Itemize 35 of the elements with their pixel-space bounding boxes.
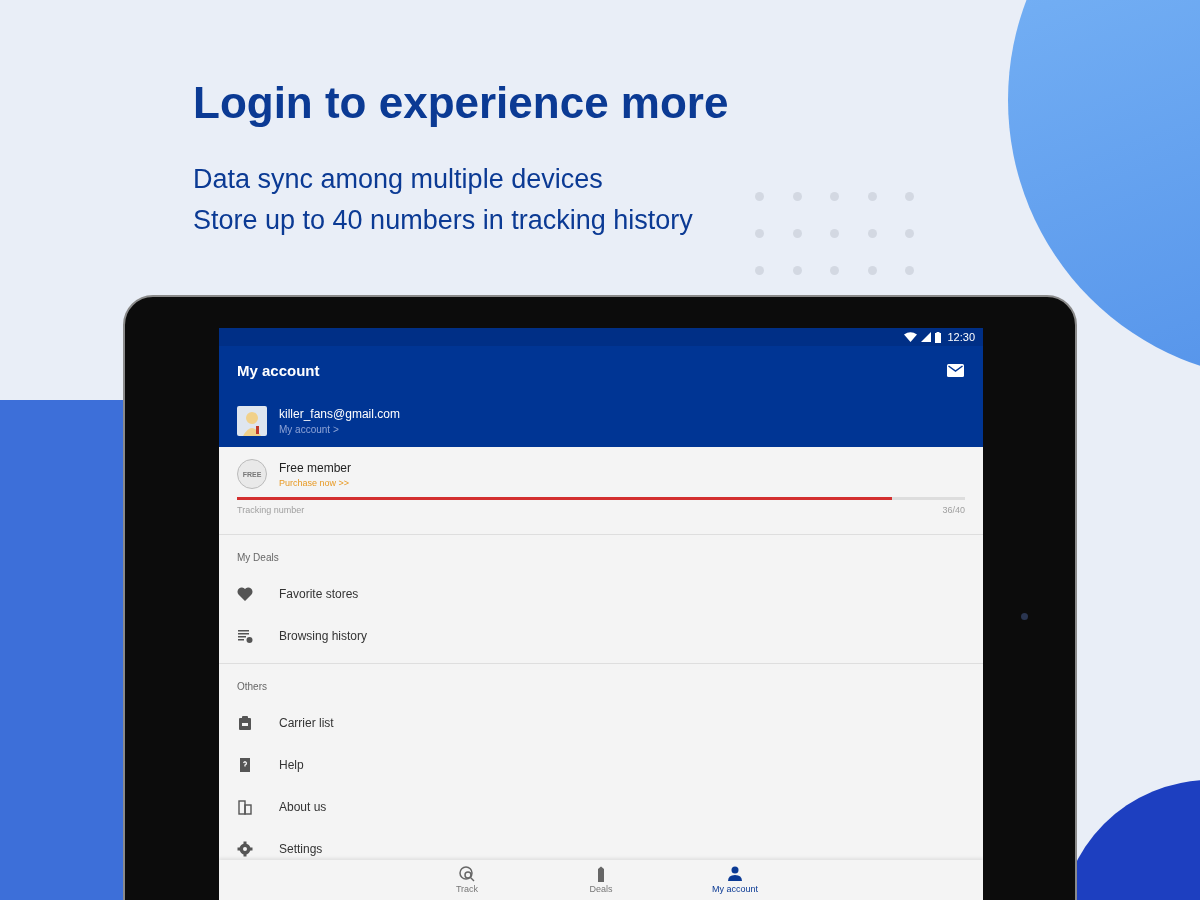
- menu-item[interactable]: Carrier list: [219, 702, 983, 744]
- signal-icon: [921, 332, 932, 342]
- promo-text: Store up to 40 numbers in tracking history: [193, 205, 694, 236]
- promo-text: Data sync among multiple devices: [193, 164, 604, 195]
- menu-item[interactable]: About us: [219, 786, 983, 828]
- nav-tab[interactable]: Deals: [534, 860, 668, 900]
- nav-tab[interactable]: My account: [668, 860, 802, 900]
- settings-icon: [237, 841, 253, 857]
- building-icon: [237, 799, 253, 815]
- toolbar-title: My account: [237, 362, 320, 379]
- meter-count: 36/40: [942, 505, 965, 515]
- nav-tab[interactable]: Track: [400, 860, 534, 900]
- globe-search-icon: [459, 866, 475, 882]
- clipboard-icon: [237, 715, 253, 731]
- headline: Login to experience more: [193, 78, 730, 128]
- my-account-link[interactable]: My account >: [279, 424, 400, 435]
- wifi-icon: [904, 332, 918, 342]
- help-icon: [237, 757, 253, 773]
- menu-item[interactable]: Settings: [219, 828, 983, 860]
- menu-item[interactable]: Browsing history: [219, 615, 983, 657]
- section-header: My Deals: [236, 551, 280, 565]
- battery-icon: [935, 331, 942, 343]
- avatar-image[interactable]: [237, 406, 267, 436]
- section-header: Others: [236, 680, 268, 694]
- history-list-icon: [237, 628, 253, 644]
- camera-dot: [1021, 613, 1028, 620]
- meter-label: Tracking number: [237, 505, 305, 515]
- person-icon: [727, 866, 743, 882]
- account-email: killer_fans@gmail.com: [279, 407, 400, 421]
- mail-icon[interactable]: [947, 364, 964, 377]
- status-time: 12:30: [947, 331, 975, 343]
- heart-icon: [237, 586, 253, 602]
- member-level: Free member: [279, 460, 352, 475]
- menu-item[interactable]: Favorite stores: [219, 573, 983, 615]
- menu-item[interactable]: Help: [219, 744, 983, 786]
